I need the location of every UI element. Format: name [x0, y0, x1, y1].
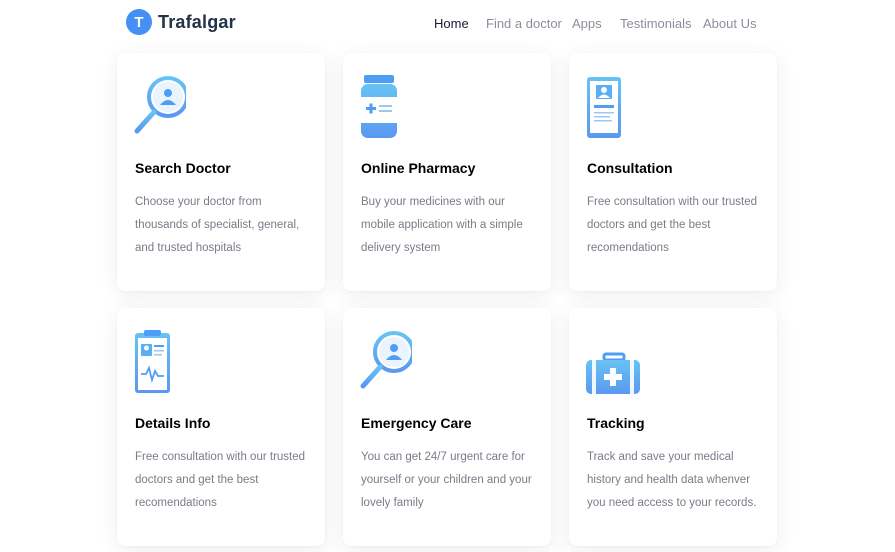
service-description: Choose your doctor from thousands of spe…: [135, 196, 300, 254]
consultation-phone-icon: [586, 75, 638, 139]
service-title: Emergency Care: [361, 415, 472, 431]
service-card-tracking[interactable]: Tracking Track and save your medical his…: [569, 308, 777, 546]
service-card-search-doctor[interactable]: Search Doctor Choose your doctor from th…: [117, 53, 325, 291]
emergency-search-icon: [360, 330, 415, 394]
medical-kit-icon: [586, 330, 640, 394]
pharmacy-bottle-icon: [360, 75, 412, 139]
nav-link-about-us[interactable]: About Us: [703, 16, 756, 31]
service-description: Track and save your medical history and …: [587, 451, 757, 509]
top-navigation-bar: T Trafalgar Home Find a doctor Apps Test…: [0, 0, 895, 48]
nav-link-home[interactable]: Home: [434, 16, 469, 31]
service-card-online-pharmacy[interactable]: Online Pharmacy Buy your medicines with …: [343, 53, 551, 291]
main-nav: Home Find a doctor Apps Testimonials Abo…: [0, 16, 895, 34]
service-description: Free consultation with our trusted docto…: [587, 196, 758, 254]
service-title: Search Doctor: [135, 160, 231, 176]
service-card-details-info[interactable]: Details Info Free consultation with our …: [117, 308, 325, 546]
service-card-consultation[interactable]: Consultation Free consultation with our …: [569, 53, 777, 291]
nav-link-apps[interactable]: Apps: [572, 16, 602, 31]
search-doctor-icon: [134, 75, 189, 139]
clipboard-info-icon: [134, 330, 186, 394]
service-description: You can get 24/7 urgent care for yoursel…: [361, 451, 532, 509]
nav-link-find-a-doctor[interactable]: Find a doctor: [486, 16, 562, 31]
service-card-emergency-care[interactable]: Emergency Care You can get 24/7 urgent c…: [343, 308, 551, 546]
service-title: Tracking: [587, 415, 645, 431]
nav-link-testimonials[interactable]: Testimonials: [620, 16, 692, 31]
service-title: Consultation: [587, 160, 673, 176]
service-description: Free consultation with our trusted docto…: [135, 451, 306, 509]
service-title: Online Pharmacy: [361, 160, 476, 176]
service-title: Details Info: [135, 415, 211, 431]
service-description: Buy your medicines with our mobile appli…: [361, 196, 523, 254]
